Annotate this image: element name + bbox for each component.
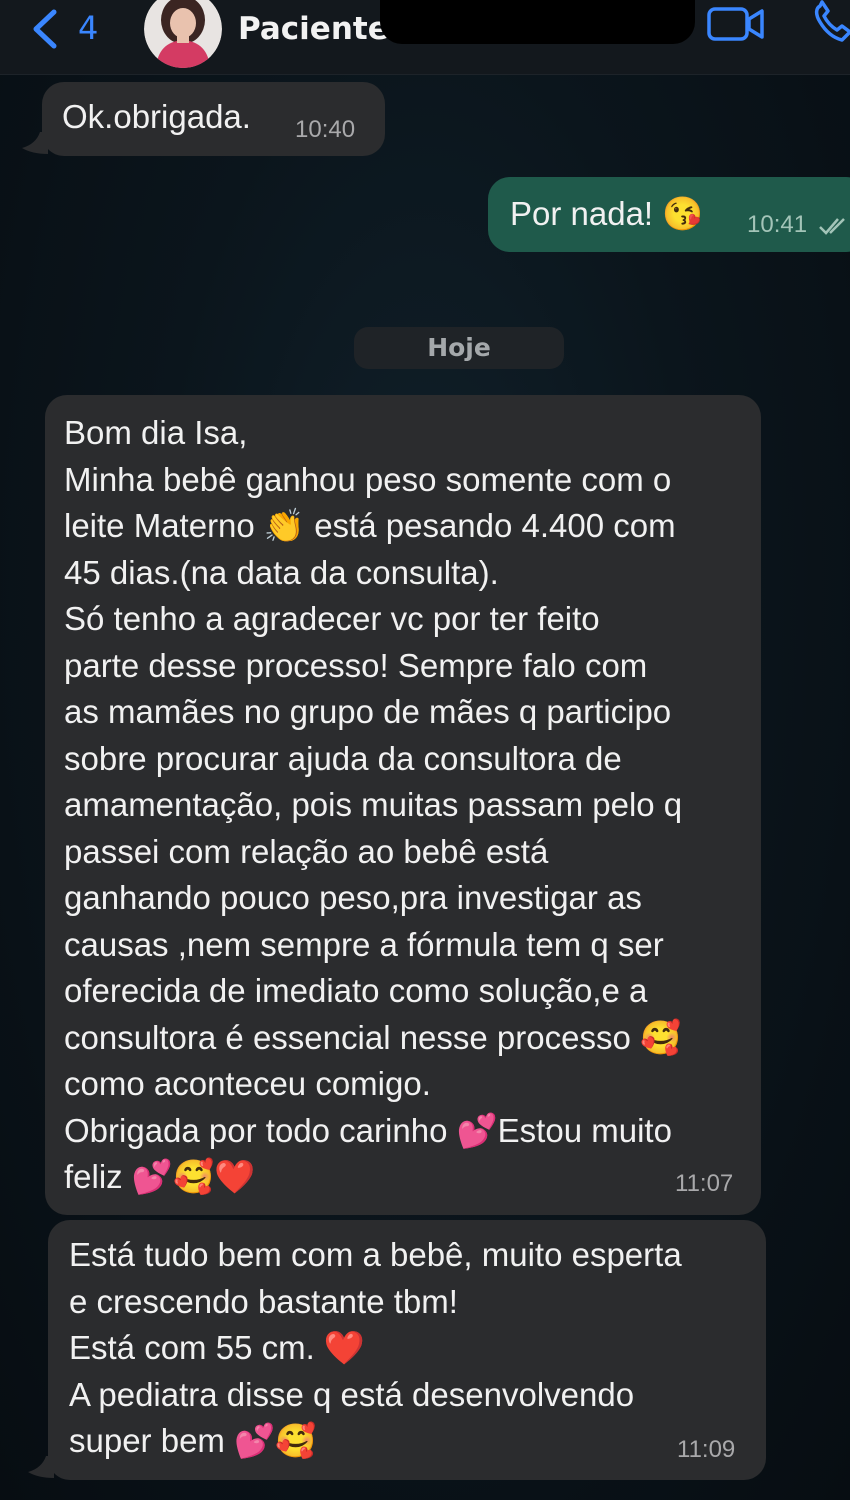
message-text: Ok.obrigada.: [62, 98, 251, 135]
message-line: ganhando pouco peso,pra investigar as: [64, 879, 642, 916]
message-bubble-incoming[interactable]: Ok.obrigada. 10:40: [42, 82, 385, 156]
message-line: A pediatra disse q está desenvolvendo: [69, 1375, 635, 1413]
message-bubble-outgoing[interactable]: Por nada! 😘 10:41: [488, 177, 850, 252]
message-time: 10:41: [747, 211, 808, 238]
message-text: Está tudo bem com a bebê, muito esperta …: [69, 1232, 759, 1465]
video-call-icon[interactable]: [706, 4, 766, 44]
message-line: consultora é essencial nesse processo 🥰: [64, 1018, 682, 1056]
bubble-tail: [28, 1456, 54, 1478]
message-bubble-incoming[interactable]: Está tudo bem com a bebê, muito esperta …: [48, 1220, 766, 1480]
message-line: Bom dia Isa,: [64, 414, 248, 451]
message-line: Obrigada por todo carinho 💕Estou muito: [64, 1111, 672, 1149]
message-time: 11:09: [677, 1436, 736, 1463]
chevron-left-icon[interactable]: [28, 6, 64, 52]
contact-name[interactable]: Paciente: [238, 8, 389, 50]
date-separator: Hoje: [354, 327, 564, 369]
message-bubble-incoming[interactable]: Bom dia Isa, Minha bebê ganhou peso some…: [45, 395, 761, 1215]
message-line: feliz 💕🥰❤️: [64, 1158, 256, 1195]
bubble-tail: [22, 132, 48, 154]
message-line: passei com relação ao bebê está: [64, 832, 549, 870]
message-time: 11:07: [675, 1170, 734, 1197]
message-time: 10:40: [295, 116, 356, 143]
message-text: Bom dia Isa, Minha bebê ganhou peso some…: [64, 410, 754, 1201]
message-line: leite Materno 👏 está pesando 4.400 com: [64, 507, 676, 544]
message-line: Minha bebê ganhou peso somente com o: [64, 460, 672, 498]
unread-count[interactable]: 4: [78, 8, 98, 48]
double-check-icon: [819, 218, 845, 235]
message-line: Está com 55 cm. ❤️: [69, 1329, 366, 1366]
message-line: sobre procurar ajuda da consultora de: [64, 739, 622, 777]
message-line: Está tudo bem com a bebê, muito esperta: [69, 1236, 682, 1273]
message-line: oferecida de imediato como solução,e a: [64, 972, 648, 1009]
message-line: amamentação, pois muitas passam pelo q: [64, 786, 683, 823]
message-line: 45 dias.(na data da consulta).: [64, 553, 499, 591]
message-text: Por nada! 😘: [510, 195, 704, 232]
message-line: parte desse processo! Sempre falo com: [64, 646, 648, 684]
avatar[interactable]: [144, 0, 222, 68]
chat-screen: 4 Paciente Ok.obrigada. 10:40 Por nada! …: [0, 0, 850, 1500]
message-line: e crescendo bastante tbm!: [69, 1282, 458, 1320]
message-line: como aconteceu comigo.: [64, 1065, 431, 1102]
message-line: as mamães no grupo de mães q participo: [64, 693, 672, 730]
redaction-bar: [380, 0, 695, 44]
chat-header: 4 Paciente: [0, 0, 850, 75]
message-line: causas ,nem sempre a fórmula tem q ser: [64, 925, 664, 963]
message-line: Só tenho a agradecer vc por ter feito: [64, 600, 600, 637]
message-line: super bem 💕🥰: [69, 1422, 317, 1459]
phone-icon[interactable]: [812, 0, 850, 44]
